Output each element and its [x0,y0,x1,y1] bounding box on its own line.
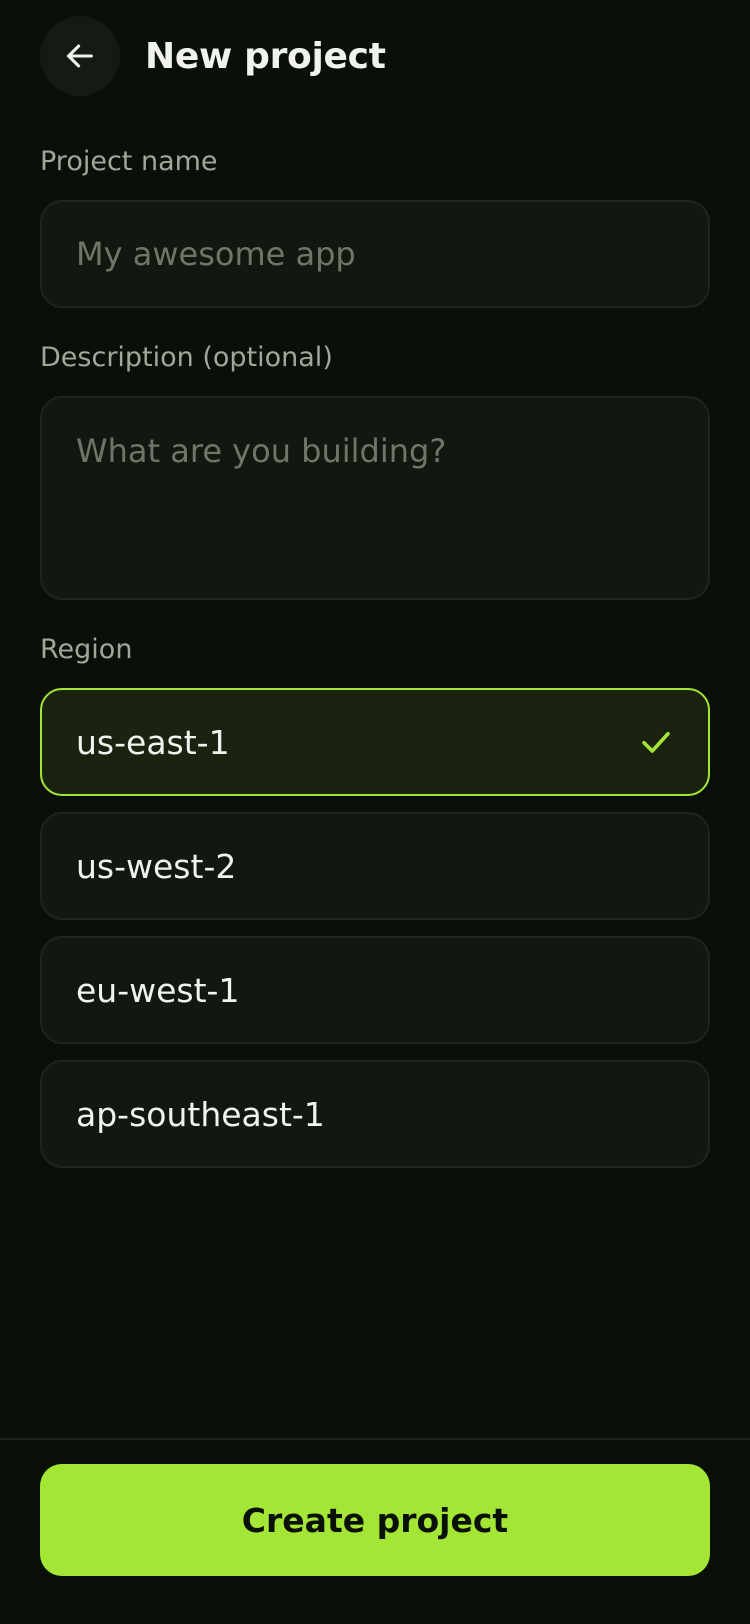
check-icon [642,731,670,753]
project-name-label: Project name [40,146,218,177]
region-option-label: eu-west-1 [76,970,240,1010]
header: New project [40,16,386,96]
create-project-button[interactable]: Create project [40,1464,710,1576]
region-label: Region [40,634,133,665]
page-title: New project [145,35,386,77]
new-project-screen: New project Project name My awesome app … [0,0,750,1624]
region-option-ap-southeast-1[interactable]: ap-southeast-1 [40,1060,710,1168]
description-label: Description (optional) [40,342,333,373]
footer-divider [0,1438,750,1440]
region-option-label: us-west-2 [76,846,237,886]
project-name-placeholder: My awesome app [76,235,356,273]
description-textarea[interactable]: What are you building? [40,396,710,600]
project-name-input[interactable]: My awesome app [40,200,710,308]
arrow-left-icon [67,44,93,68]
back-button[interactable] [40,16,120,96]
region-option-label: us-east-1 [76,722,230,762]
region-option-us-east-1[interactable]: us-east-1 [40,688,710,796]
region-option-label: ap-southeast-1 [76,1094,325,1134]
region-option-eu-west-1[interactable]: eu-west-1 [40,936,710,1044]
description-placeholder: What are you building? [76,432,447,470]
region-option-us-west-2[interactable]: us-west-2 [40,812,710,920]
